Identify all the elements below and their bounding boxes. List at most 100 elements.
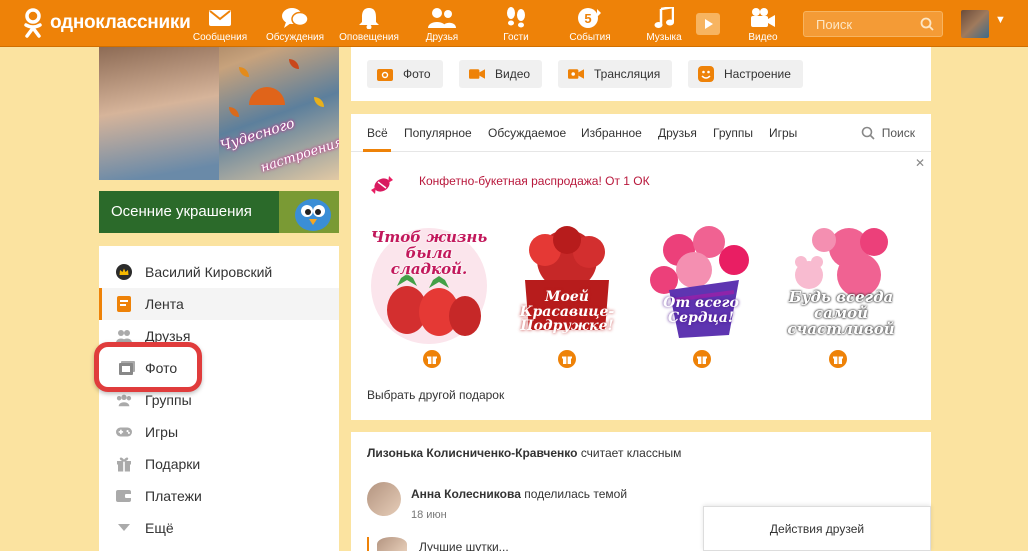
play-icon[interactable] [696,13,720,35]
smile-icon [698,66,714,82]
nav-discussions[interactable]: Обсуждения [260,6,330,43]
tab-groups[interactable]: Группы [713,126,753,140]
shared-topic-preview[interactable] [367,537,407,551]
shared-topic-title[interactable]: Лучшие шутки... [419,540,509,551]
leaf-decoration [289,59,299,69]
nav-label: Музыка [646,32,682,43]
post-author-action: поделилась темой [524,487,628,501]
autumn-decorations-banner[interactable]: Осенние украшения [99,191,339,233]
chevron-down-icon [116,520,132,536]
tab-favorites[interactable]: Избранное [581,126,642,140]
bell-icon [334,6,404,30]
post-mood-button[interactable]: Настроение [688,60,803,88]
post-header-name[interactable]: Лизонька Колисниченко-Кравченко [367,446,577,460]
nav-messages[interactable]: Сообщения [185,6,255,43]
people-icon [407,6,477,30]
gift-icon [116,456,132,472]
gift-caption: Моей Красавице-Подружке! [519,289,615,335]
gift-caption: Будь всегда самой счастливой [787,288,895,338]
photo-area [99,47,219,180]
nav-alerts[interactable]: Оповещения [334,6,404,43]
gift-caption: Чтоб жизнь была сладкой. [370,228,488,278]
avatar [377,537,407,551]
nav-friends[interactable]: Друзья [407,6,477,43]
chat-bubbles-icon [260,6,330,30]
post-broadcast-button[interactable]: Трансляция [558,60,673,88]
groups-icon [116,392,132,408]
post-mood-label: Настроение [724,67,791,81]
choose-other-gift-link[interactable]: Выбрать другой подарок [367,388,504,402]
nav-label: Гости [503,32,529,43]
nav-label: Друзья [425,32,459,43]
avatar[interactable] [367,482,401,516]
post-date: 18 июн [411,509,447,521]
menu-item-feed[interactable]: Лента [99,288,339,320]
send-gift-button[interactable] [829,350,847,368]
photo-menu-highlight[interactable]: Фото [94,342,202,392]
tab-discussed[interactable]: Обсуждаемое [488,126,566,140]
tab-friends[interactable]: Друзья [658,126,697,140]
top-bar: одноклассники Сообщения Обсуждения Опове… [0,0,1028,47]
gift-item[interactable]: Будь всегда самой счастливой [779,220,903,344]
nav-music[interactable]: Музыка [629,6,699,43]
leaf-decoration [314,97,324,107]
menu-item-more[interactable]: Ещё [99,512,339,544]
feed-icon [116,296,132,312]
bird-mascot-icon [279,191,339,233]
candy-icon [367,170,397,200]
caret-down-icon[interactable]: ▼ [995,14,1006,26]
search-icon [861,126,875,140]
gift-icon [562,356,572,364]
gift-icon [427,356,437,364]
active-tab-indicator [363,149,391,152]
search-icon[interactable] [920,17,934,36]
events-badge: 5 [584,11,591,26]
send-gift-button[interactable] [558,350,576,368]
nav-events[interactable]: 5 События [555,6,625,43]
nav-video[interactable]: Видео [728,6,798,43]
logo[interactable]: одноклассники [22,8,191,38]
tab-games[interactable]: Игры [769,126,797,140]
friends-actions-label: Действия друзей [769,522,865,536]
menu-item-payments[interactable]: Платежи [99,480,339,512]
post-video-button[interactable]: Видео [459,60,543,88]
search-placeholder: Поиск [816,17,853,32]
post-photo-label: Фото [403,67,431,81]
search-input[interactable]: Поиск [803,11,943,37]
gamepad-icon [116,424,132,440]
footprints-icon [481,6,551,30]
ok-logo-icon [22,8,44,38]
send-gift-button[interactable] [423,350,441,368]
menu-item-profile[interactable]: Василий Кировский [99,256,339,288]
tab-popular[interactable]: Популярное [404,126,472,140]
nav-label: Обсуждения [265,32,325,43]
menu-label-photo: Фото [145,360,178,376]
feed-search-label: Поиск [881,126,915,140]
gift-item[interactable]: От всего Сердца! [639,220,763,344]
tab-all[interactable]: Всё [367,126,388,140]
promo-text[interactable]: Конфетно-букетная распродажа! От 1 ОК [419,174,650,188]
menu-label: Игры [145,424,179,440]
nav-guests[interactable]: Гости [481,6,551,43]
menu-label: Лента [145,296,184,312]
post-header-action: считает классным [580,446,682,460]
post-photo-button[interactable]: Фото [367,60,443,88]
nav-label: Видео [748,32,778,43]
friends-actions-panel[interactable]: Действия друзей [703,506,931,551]
menu-item-games[interactable]: Игры [99,416,339,448]
post-header: Лизонька Колисниченко-Кравченко считает … [367,446,681,460]
send-gift-button[interactable] [693,350,711,368]
close-icon[interactable]: ✕ [915,156,925,170]
events-icon: 5 [555,6,625,30]
feed-card: Всё Популярное Обсуждаемое Избранное Дру… [351,114,931,420]
post-author-name[interactable]: Анна Колесникова [411,487,521,501]
gift-icon [833,356,843,364]
post-broadcast-label: Трансляция [594,67,661,81]
nav-label: Оповещения [339,32,399,43]
user-avatar[interactable] [961,10,989,38]
profile-promo-image[interactable]: Чудесного настроения! [99,47,339,180]
gift-item[interactable]: Моей Красавице-Подружке! [505,220,629,344]
feed-search-button[interactable]: Поиск [861,126,915,140]
menu-item-gifts[interactable]: Подарки [99,448,339,480]
gift-item[interactable]: Чтоб жизнь была сладкой. [367,220,491,344]
